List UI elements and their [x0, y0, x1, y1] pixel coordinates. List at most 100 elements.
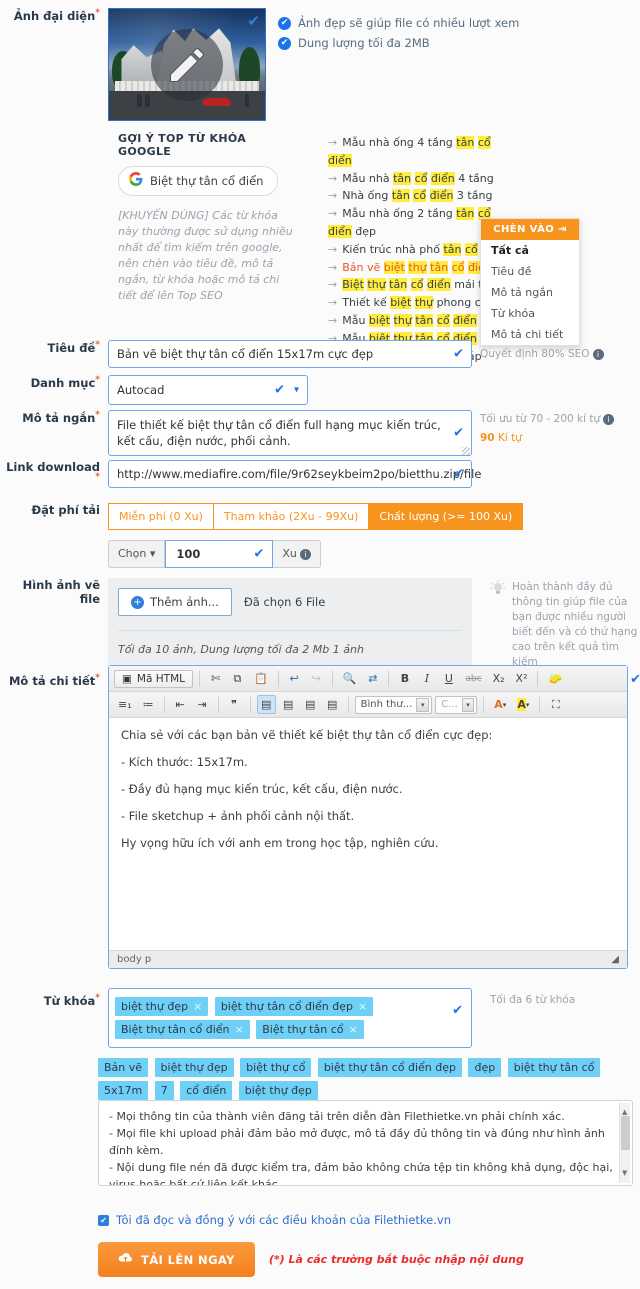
- background-color-icon[interactable]: A ▾: [513, 695, 533, 714]
- info-icon[interactable]: i: [603, 413, 615, 425]
- text-color-icon[interactable]: A ▾: [490, 695, 510, 714]
- editor-paragraph: - File sketchup + ảnh phối cảnh nội thất…: [121, 809, 355, 823]
- indent-icon[interactable]: ⇥: [193, 695, 212, 714]
- align-justify-icon[interactable]: ▤: [323, 695, 342, 714]
- paragraph-format-select[interactable]: Bình thư... ▾: [354, 695, 433, 714]
- copy-icon[interactable]: ⧉: [228, 669, 247, 688]
- keyword-chip[interactable]: biệt thự đẹp: [154, 1058, 234, 1077]
- fee-option-reference[interactable]: Tham khảo (2Xu - 99Xu): [213, 503, 370, 530]
- info-icon[interactable]: i: [299, 548, 311, 560]
- remove-tag-icon[interactable]: ×: [235, 1023, 244, 1036]
- find-icon[interactable]: 🔍: [339, 669, 361, 688]
- category-select[interactable]: Autocad ✔ ▾: [108, 375, 308, 405]
- rich-text-editor[interactable]: ▣ Mã HTML ✄ ⧉ 📋 ↩ ↪ 🔍 ⇄ B I U abc X₂ X²: [108, 665, 640, 969]
- insert-into-dropdown[interactable]: CHÈN VÀO ⇥ Tất cả Tiêu đề Mô tả ngắn Từ …: [480, 218, 580, 346]
- undo-icon[interactable]: ↩: [285, 669, 304, 688]
- blockquote-icon[interactable]: ❞: [225, 695, 244, 714]
- agree-terms-row[interactable]: ✔ Tôi đã đọc và đồng ý với các điều khoả…: [98, 1213, 451, 1227]
- scroll-down-icon[interactable]: ▼: [622, 1165, 627, 1182]
- keyword-tag[interactable]: Biệt thự tân cổ ×: [256, 1020, 364, 1039]
- category-label: Danh mục*: [0, 375, 108, 390]
- scrollbar-thumb[interactable]: [621, 1116, 630, 1150]
- underline-button[interactable]: U: [439, 669, 458, 688]
- resize-handle[interactable]: [462, 447, 470, 455]
- keyword-chip[interactable]: biệt thự đẹp: [238, 1081, 318, 1100]
- keyword-chip[interactable]: 5x17m: [98, 1081, 149, 1100]
- add-image-button[interactable]: + Thêm ảnh...: [118, 588, 232, 616]
- redo-icon[interactable]: ↪: [307, 669, 326, 688]
- coin-amount-input[interactable]: 100 ✔: [165, 540, 274, 568]
- arrow-icon: →: [328, 189, 338, 203]
- coin-select[interactable]: Chọn ▾: [108, 540, 166, 568]
- info-icon[interactable]: i: [592, 348, 604, 360]
- edit-pencil-icon[interactable]: [151, 28, 223, 101]
- chevron-down-icon[interactable]: ▾: [294, 385, 299, 396]
- title-input[interactable]: Bản vẽ biệt thự tân cổ điển 15x17m cực đ…: [108, 340, 472, 368]
- dropdown-item-title[interactable]: Tiêu đề: [481, 261, 579, 282]
- paste-icon[interactable]: 📋: [250, 669, 272, 688]
- keyword-chip[interactable]: biệt thự tân cổ điển đẹp: [317, 1058, 462, 1077]
- keyword-chip[interactable]: biệt thự tân cổ: [507, 1058, 601, 1077]
- keyword-suggest-note: [KHUYẾN DÙNG] Các từ khóa này thường đượ…: [118, 209, 293, 302]
- keyword-chip[interactable]: cổ điển: [180, 1081, 233, 1100]
- dropdown-item-short-desc[interactable]: Mô tả ngắn: [481, 282, 579, 303]
- remove-tag-icon[interactable]: ×: [193, 1000, 202, 1013]
- dropdown-item-keywords[interactable]: Từ khóa: [481, 303, 579, 324]
- bold-button[interactable]: B: [395, 669, 414, 688]
- keyword-tag[interactable]: Biệt thự tân cổ điển ×: [115, 1020, 250, 1039]
- upload-button[interactable]: TẢI LÊN NGAY: [98, 1242, 255, 1277]
- avatar-thumbnail[interactable]: ✔: [108, 8, 266, 121]
- link-download-input[interactable]: http://www.mediafire.com/file/9r62seykbe…: [108, 460, 481, 488]
- editor-content[interactable]: Chia sẻ với các bạn bản vẽ thiết kế biệt…: [109, 718, 627, 950]
- italic-button[interactable]: I: [417, 669, 436, 688]
- html-source-button[interactable]: ▣ Mã HTML: [114, 669, 193, 688]
- replace-icon[interactable]: ⇄: [363, 669, 382, 688]
- avatar-section: Ảnh đại diện* ✔ ✔ Ảnh đẹp sẽ giúp file c…: [0, 8, 640, 121]
- font-select[interactable]: C... ▾: [435, 695, 478, 714]
- remove-tag-icon[interactable]: ×: [348, 1023, 357, 1036]
- keyword-chip[interactable]: Bản vẽ: [98, 1058, 149, 1077]
- superscript-button[interactable]: X²: [512, 669, 532, 688]
- terms-scrollbar[interactable]: ▲ ▼: [619, 1103, 630, 1183]
- fee-option-quality[interactable]: Chất lượng (>= 100 Xu): [369, 503, 524, 530]
- editor-element-path[interactable]: body p: [117, 954, 151, 965]
- agree-checkbox[interactable]: ✔: [98, 1214, 109, 1226]
- images-note: Tối đa 10 ảnh, Dung lượng tối đa 2 Mb 1 …: [118, 630, 462, 656]
- outdent-icon[interactable]: ⇤: [171, 695, 190, 714]
- toolbar-separator: [277, 670, 279, 687]
- keywords-tag-input[interactable]: biệt thự đẹp × biệt thự tân cổ điển đẹp × …: [108, 988, 472, 1048]
- subscript-button[interactable]: X₂: [489, 669, 509, 688]
- insert-into-header[interactable]: CHÈN VÀO ⇥: [481, 219, 579, 240]
- keyword-chip[interactable]: biệt thự cổ: [240, 1058, 312, 1077]
- strikethrough-button[interactable]: abc: [461, 669, 485, 688]
- editor-resize-handle[interactable]: ◢: [611, 954, 619, 965]
- bulleted-list-icon[interactable]: ≔: [139, 695, 158, 714]
- keyword-chip[interactable]: đẹp: [468, 1058, 502, 1077]
- dropdown-item-all[interactable]: Tất cả: [481, 240, 579, 261]
- suggestion-item[interactable]: → Mẫu nhà tân cổ điển 4 tầng: [328, 170, 508, 188]
- category-row: Danh mục* Autocad ✔ ▾: [0, 375, 640, 405]
- suggestion-item[interactable]: → Mẫu nhà ống 4 tầng tân cổ điển: [328, 134, 508, 170]
- keyword-tag[interactable]: biệt thự tân cổ điển đẹp ×: [214, 997, 374, 1016]
- required-marker: *: [95, 993, 100, 1003]
- caret-down-icon: ▾: [149, 547, 156, 560]
- terms-box[interactable]: - Mọi thông tin của thành viên đăng tải …: [98, 1100, 633, 1186]
- keyword-chip[interactable]: 7: [154, 1081, 174, 1100]
- remove-tag-icon[interactable]: ×: [358, 1000, 367, 1013]
- cut-icon[interactable]: ✄: [206, 669, 225, 688]
- avatar-valid-check-icon: ✔: [247, 12, 260, 30]
- numbered-list-icon[interactable]: ≡₁: [114, 695, 136, 714]
- fee-option-free[interactable]: Miễn phí (0 Xu): [108, 503, 214, 530]
- align-left-icon[interactable]: ▤: [256, 695, 276, 714]
- align-center-icon[interactable]: ▤: [279, 695, 298, 714]
- suggestion-item[interactable]: → Nhà ống tân cổ điển 3 tầng: [328, 187, 508, 205]
- chevron-down-icon: ▾: [416, 697, 430, 712]
- maximize-icon[interactable]: ⛶: [546, 695, 565, 714]
- remove-format-icon[interactable]: 🧽: [544, 669, 566, 688]
- short-desc-textarea[interactable]: File thiết kế biệt thự tân cổ điển full …: [108, 410, 472, 456]
- google-search-pill[interactable]: Biệt thự tân cổ điển: [118, 166, 279, 196]
- align-right-icon[interactable]: ▤: [301, 695, 320, 714]
- keyword-tag[interactable]: biệt thự đẹp ×: [115, 997, 209, 1016]
- terms-line: - Nội dung file nén đã được kiểm tra, đả…: [109, 1161, 613, 1186]
- submit-row: TẢI LÊN NGAY (*) Là các trường bắt buộc …: [98, 1242, 524, 1277]
